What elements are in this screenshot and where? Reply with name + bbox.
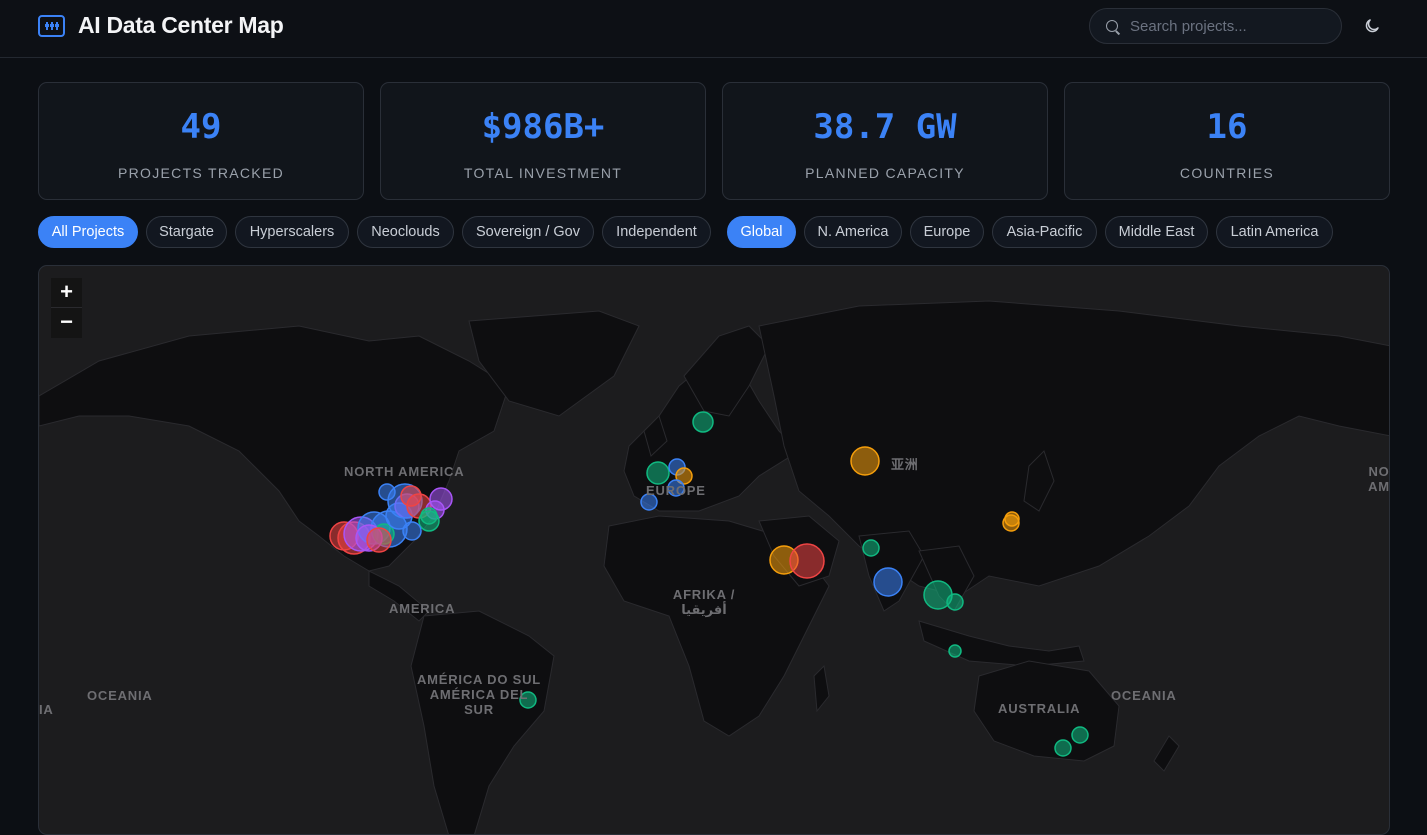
map-label-asia-wrap: IA (39, 702, 54, 717)
project-marker-sovereign[interactable] (646, 461, 670, 485)
project-marker-sovereign[interactable] (1054, 739, 1072, 757)
stat-value: 49 (180, 107, 222, 147)
project-marker-sovereign[interactable] (946, 593, 964, 611)
filter-hyperscalers[interactable]: Hyperscalers (235, 216, 349, 248)
zoom-out-button[interactable]: − (51, 308, 82, 338)
map-label-africa: AFRIKA / أفريقيا (672, 587, 736, 617)
project-marker-sovereign[interactable] (862, 539, 880, 557)
search-icon (1106, 20, 1118, 32)
project-marker-sovereign[interactable] (420, 507, 438, 525)
region-europe[interactable]: Europe (910, 216, 984, 248)
region-middle-east[interactable]: Middle East (1105, 216, 1208, 248)
region-asia-pacific[interactable]: Asia-Pacific (992, 216, 1097, 248)
search-input[interactable] (1130, 15, 1330, 37)
map-label-south-america: AMÉRICA DO SUL AMÉRICA DEL SUR (416, 672, 542, 717)
map-label-america: AMERICA (389, 601, 456, 616)
project-marker-independent[interactable] (850, 446, 880, 476)
map-label-oceania-east: OCEANIA (1111, 688, 1177, 703)
app-header: AI Data Center Map (0, 0, 1427, 58)
map-canvas[interactable] (39, 266, 1390, 835)
stat-value: $986B+ (481, 107, 605, 147)
project-marker-sovereign[interactable] (948, 644, 962, 658)
project-marker-hyperscaler[interactable] (873, 567, 903, 597)
landmass-indonesia (918, 620, 1085, 667)
zoom-in-button[interactable]: + (51, 278, 82, 308)
page-title: AI Data Center Map (78, 12, 284, 38)
stat-value: 16 (1206, 107, 1248, 147)
stat-card-projects: 49 PROJECTS TRACKED (38, 82, 364, 200)
landmass-north-america (39, 325, 510, 572)
project-marker-sovereign[interactable] (692, 411, 714, 433)
map-label-oceania-west: OCEANIA (87, 688, 153, 703)
map-label-australia: AUSTRALIA (998, 701, 1081, 716)
world-map[interactable]: + − NORTH AMERICA EUROPE 亚洲 AFRIKA / أفر… (38, 265, 1390, 835)
project-marker-hyperscaler[interactable] (402, 521, 422, 541)
project-marker-stargate[interactable] (400, 485, 422, 507)
stat-label: PLANNED CAPACITY (805, 165, 965, 181)
stat-label: COUNTRIES (1179, 165, 1275, 181)
moon-icon[interactable] (1363, 17, 1381, 35)
filter-stargate[interactable]: Stargate (146, 216, 227, 248)
region-north-america[interactable]: N. America (804, 216, 902, 248)
search-box[interactable] (1089, 8, 1342, 44)
landmass-south-america (410, 610, 555, 834)
map-label-asia: 亚洲 (891, 457, 919, 472)
project-marker-hyperscaler[interactable] (378, 483, 396, 501)
project-marker-independent[interactable] (1002, 514, 1020, 532)
project-marker-stargate[interactable] (366, 527, 392, 553)
stats-row: 49 PROJECTS TRACKED $986B+ TOTAL INVESTM… (38, 82, 1390, 200)
stat-card-countries: 16 COUNTRIES (1064, 82, 1390, 200)
landmass-new-zealand (1153, 735, 1180, 772)
landmass-madagascar (813, 664, 830, 713)
stat-value: 38.7 GW (813, 107, 957, 147)
stat-label: TOTAL INVESTMENT (463, 165, 623, 181)
filter-all-projects[interactable]: All Projects (38, 216, 138, 248)
project-marker-sovereign[interactable] (1071, 726, 1089, 744)
landmass-asia (758, 300, 1389, 597)
stat-label: PROJECTS TRACKED (117, 165, 284, 181)
map-label-europe: EUROPE (646, 483, 706, 498)
server-icon (38, 15, 65, 37)
filter-sovereign-gov[interactable]: Sovereign / Gov (462, 216, 594, 248)
region-latin-america[interactable]: Latin America (1216, 216, 1333, 248)
map-label-north-america-wrap: NO AM (1368, 464, 1390, 494)
stat-card-investment: $986B+ TOTAL INVESTMENT (380, 82, 706, 200)
filter-neoclouds[interactable]: Neoclouds (357, 216, 454, 248)
region-global[interactable]: Global (727, 216, 796, 248)
project-marker-stargate[interactable] (789, 543, 825, 579)
stat-card-capacity: 38.7 GW PLANNED CAPACITY (722, 82, 1048, 200)
map-label-north-america: NORTH AMERICA (344, 464, 465, 479)
filter-independent[interactable]: Independent (602, 216, 711, 248)
